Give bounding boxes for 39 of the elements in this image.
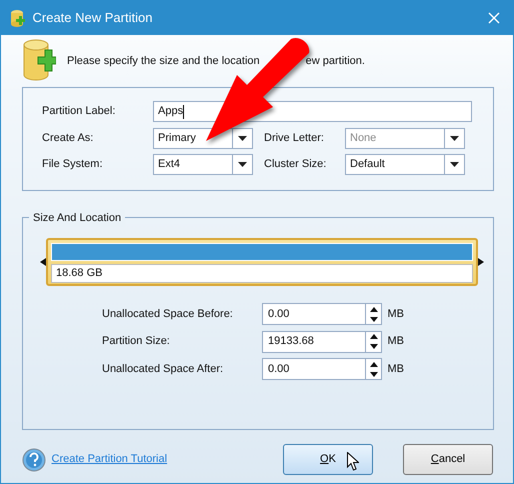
field-label: Cluster Size: <box>264 157 328 172</box>
cursor-icon <box>347 452 359 471</box>
help-icon[interactable] <box>22 448 46 472</box>
spin-down-icon[interactable] <box>370 344 378 349</box>
spin-down-icon[interactable] <box>370 372 378 376</box>
spin-up-icon[interactable] <box>370 362 378 366</box>
instruction-text: ew partition. <box>306 54 365 69</box>
field-label: Unallocated Space Before: <box>102 306 234 322</box>
close-icon[interactable] <box>488 12 500 24</box>
dropdown[interactable]: Default <box>345 154 465 175</box>
field-label: File System: <box>42 157 104 172</box>
partition-size-text: 18.68 GB <box>56 266 102 282</box>
field-label: Drive Letter: <box>264 130 325 146</box>
app-icon <box>9 9 27 27</box>
dialog-button[interactable]: OK <box>283 444 373 475</box>
unit-label: MB <box>388 306 404 322</box>
field-label: Unallocated Space After: <box>102 362 224 377</box>
unit-label: MB <box>388 362 404 377</box>
dropdown[interactable]: Primary <box>153 128 253 148</box>
partition-bar[interactable]: 18.68 GB <box>46 238 478 286</box>
database-add-icon <box>22 39 56 83</box>
field-label: Create As: <box>42 130 94 146</box>
spin-field[interactable]: 19133.68 <box>262 330 382 352</box>
spin-up-icon[interactable] <box>370 334 378 339</box>
spin-up-icon[interactable] <box>370 306 378 312</box>
window-title: Create New Partition <box>32 9 154 28</box>
dialog-button[interactable]: Cancel <box>403 444 493 475</box>
tutorial-link[interactable]: Create Partition Tutorial <box>52 451 168 468</box>
dropdown-arrow-icon[interactable] <box>450 162 459 167</box>
field-label: Partition Label: <box>42 104 116 120</box>
dropdown-arrow-icon[interactable] <box>238 136 247 140</box>
spin-field[interactable]: 0.00 <box>262 303 382 325</box>
spin-field[interactable]: 0.00 <box>262 358 382 380</box>
dropdown-arrow-icon[interactable] <box>238 162 247 167</box>
unit-label: MB <box>388 334 404 350</box>
instruction-text: Please specify the size and the location <box>67 54 260 69</box>
dropdown[interactable]: Ext4 <box>153 154 253 175</box>
spin-down-icon[interactable] <box>370 316 378 322</box>
field-label: Partition Size: <box>102 334 171 350</box>
